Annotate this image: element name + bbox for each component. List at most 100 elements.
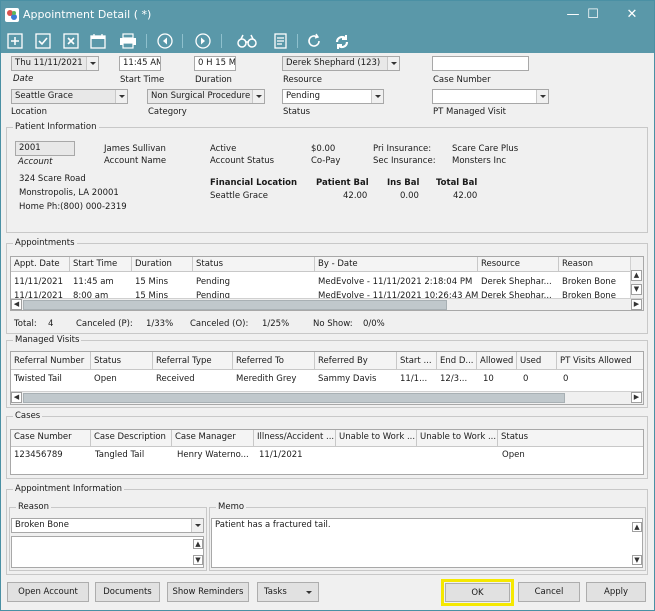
scroll-right-icon[interactable]: ▶: [631, 299, 642, 310]
cell[interactable]: Open: [498, 450, 598, 460]
chevron-down-icon[interactable]: [115, 90, 127, 103]
cases-grid[interactable]: Case Number Case Description Case Manage…: [10, 429, 644, 475]
column-header[interactable]: Status: [91, 352, 153, 370]
scroll-right-icon[interactable]: ▶: [631, 392, 642, 403]
scroll-thumb[interactable]: [23, 300, 447, 310]
next-icon[interactable]: [193, 31, 213, 51]
column-header[interactable]: Unable to Work ...: [336, 430, 417, 447]
reason-dropdown[interactable]: Broken Bone: [11, 518, 204, 533]
maximize-button[interactable]: ☐: [578, 5, 608, 25]
chevron-down-icon[interactable]: [252, 90, 264, 103]
cancel-button[interactable]: Cancel: [518, 582, 580, 602]
memo-textarea[interactable]: Patient has a fractured tail. ▲ ▼: [211, 518, 643, 568]
refresh-icon[interactable]: [304, 31, 324, 51]
column-header[interactable]: Duration: [132, 257, 193, 272]
cell[interactable]: MedEvolve - 11/11/2021 10:26:43 AM: [315, 291, 478, 298]
chevron-down-icon[interactable]: [387, 57, 399, 70]
date-field[interactable]: Thu 11/11/2021: [11, 56, 99, 71]
column-header[interactable]: Case Number: [11, 430, 91, 447]
cell[interactable]: MedEvolve - 11/11/2021 2:18:04 PM: [315, 277, 478, 287]
calendar-icon[interactable]: [88, 31, 108, 51]
apply-button[interactable]: Apply: [586, 582, 646, 602]
show-reminders-button[interactable]: Show Reminders: [167, 582, 249, 602]
check-icon[interactable]: [33, 31, 53, 51]
cell[interactable]: Received: [153, 374, 233, 384]
chevron-down-icon[interactable]: [536, 90, 548, 103]
cancel-x-icon[interactable]: [61, 31, 81, 51]
column-header[interactable]: Status: [498, 430, 643, 447]
cell[interactable]: 11/1...: [397, 374, 437, 384]
reason-list[interactable]: ▲ ▼: [11, 536, 204, 568]
column-header[interactable]: Referral Number: [11, 352, 91, 370]
duration-field[interactable]: 0 H 15 M: [194, 56, 236, 71]
column-header[interactable]: Unable to Work ...: [417, 430, 498, 447]
previous-icon[interactable]: [155, 31, 175, 51]
chevron-down-icon[interactable]: [371, 90, 383, 103]
notes-icon[interactable]: [271, 31, 291, 51]
column-header[interactable]: Case Description: [91, 430, 172, 447]
start-time-field[interactable]: 11:45 AM: [119, 56, 161, 71]
horizontal-scrollbar[interactable]: ◀ ▶: [11, 298, 643, 310]
cell[interactable]: Twisted Tail: [11, 374, 91, 384]
binoculars-icon[interactable]: [235, 31, 259, 51]
print-icon[interactable]: [116, 31, 140, 51]
cell[interactable]: 8:00 am: [70, 291, 132, 298]
close-button[interactable]: ✕: [617, 5, 647, 25]
chevron-down-icon[interactable]: [86, 57, 98, 70]
open-account-button[interactable]: Open Account: [7, 582, 89, 602]
scroll-thumb[interactable]: [23, 393, 565, 403]
ok-button[interactable]: OK: [445, 583, 510, 602]
chevron-down-icon[interactable]: [191, 519, 203, 532]
column-header[interactable]: Status: [193, 257, 315, 272]
column-header[interactable]: Used: [517, 352, 557, 370]
scroll-down-icon[interactable]: ▼: [631, 284, 642, 295]
cell[interactable]: Open: [91, 374, 153, 384]
scroll-up-icon[interactable]: ▲: [193, 539, 203, 549]
cell[interactable]: 11/11/2021: [11, 277, 70, 287]
cell[interactable]: 11:45 am: [70, 277, 132, 287]
resource-dropdown[interactable]: Derek Shephard (123): [282, 56, 400, 71]
tasks-button[interactable]: Tasks: [257, 582, 319, 602]
cell[interactable]: Pending: [193, 277, 315, 287]
column-header[interactable]: End D...: [437, 352, 477, 370]
cell[interactable]: 11/11/2021: [11, 291, 70, 298]
pt-managed-visit-dropdown[interactable]: [432, 89, 549, 104]
cell[interactable]: Tangled Tail: [91, 450, 172, 460]
scroll-left-icon[interactable]: ◀: [11, 392, 22, 403]
appointments-grid[interactable]: Appt. Date Start Time Duration Status By…: [10, 256, 644, 311]
cell[interactable]: Broken Bone: [559, 291, 631, 298]
scroll-down-icon[interactable]: ▼: [632, 555, 642, 565]
column-header[interactable]: Start ...: [397, 352, 437, 370]
cell[interactable]: 11/1/2021: [254, 450, 336, 460]
cell[interactable]: Pending: [193, 291, 315, 298]
cell[interactable]: 15 Mins: [132, 291, 193, 298]
column-header[interactable]: Allowed: [477, 352, 517, 370]
cell[interactable]: Henry Waterno...: [172, 450, 254, 460]
cell[interactable]: 10: [477, 374, 517, 384]
column-header[interactable]: Referred To: [233, 352, 315, 370]
column-header[interactable]: PT Visits Allowed: [557, 352, 643, 370]
column-header[interactable]: By - Date: [315, 257, 478, 272]
horizontal-scrollbar[interactable]: ◀ ▶: [11, 391, 643, 404]
scroll-down-icon[interactable]: ▼: [193, 555, 203, 565]
scroll-up-icon[interactable]: ▲: [632, 522, 642, 532]
cell[interactable]: 15 Mins: [132, 277, 193, 287]
category-dropdown[interactable]: Non Surgical Procedure: [147, 89, 265, 104]
column-header[interactable]: Appt. Date: [11, 257, 70, 272]
cell[interactable]: Derek Shephar...: [478, 291, 559, 298]
column-header[interactable]: Start Time: [70, 257, 132, 272]
managed-visits-grid[interactable]: Referral Number Status Referral Type Ref…: [10, 351, 644, 405]
scroll-up-icon[interactable]: ▲: [631, 270, 642, 281]
cell[interactable]: Broken Bone: [559, 277, 631, 287]
location-dropdown[interactable]: Seattle Grace: [11, 89, 128, 104]
cell[interactable]: 123456789: [11, 450, 91, 460]
column-header[interactable]: Referred By: [315, 352, 397, 370]
sync-icon[interactable]: [332, 31, 352, 51]
documents-button[interactable]: Documents: [95, 582, 160, 602]
column-header[interactable]: Referral Type: [153, 352, 233, 370]
vertical-scrollbar[interactable]: ▲ ▼: [630, 257, 643, 298]
column-header[interactable]: Case Manager: [172, 430, 254, 447]
status-dropdown[interactable]: Pending: [282, 89, 384, 104]
cell[interactable]: Meredith Grey: [233, 374, 315, 384]
cell[interactable]: 0: [557, 374, 643, 384]
